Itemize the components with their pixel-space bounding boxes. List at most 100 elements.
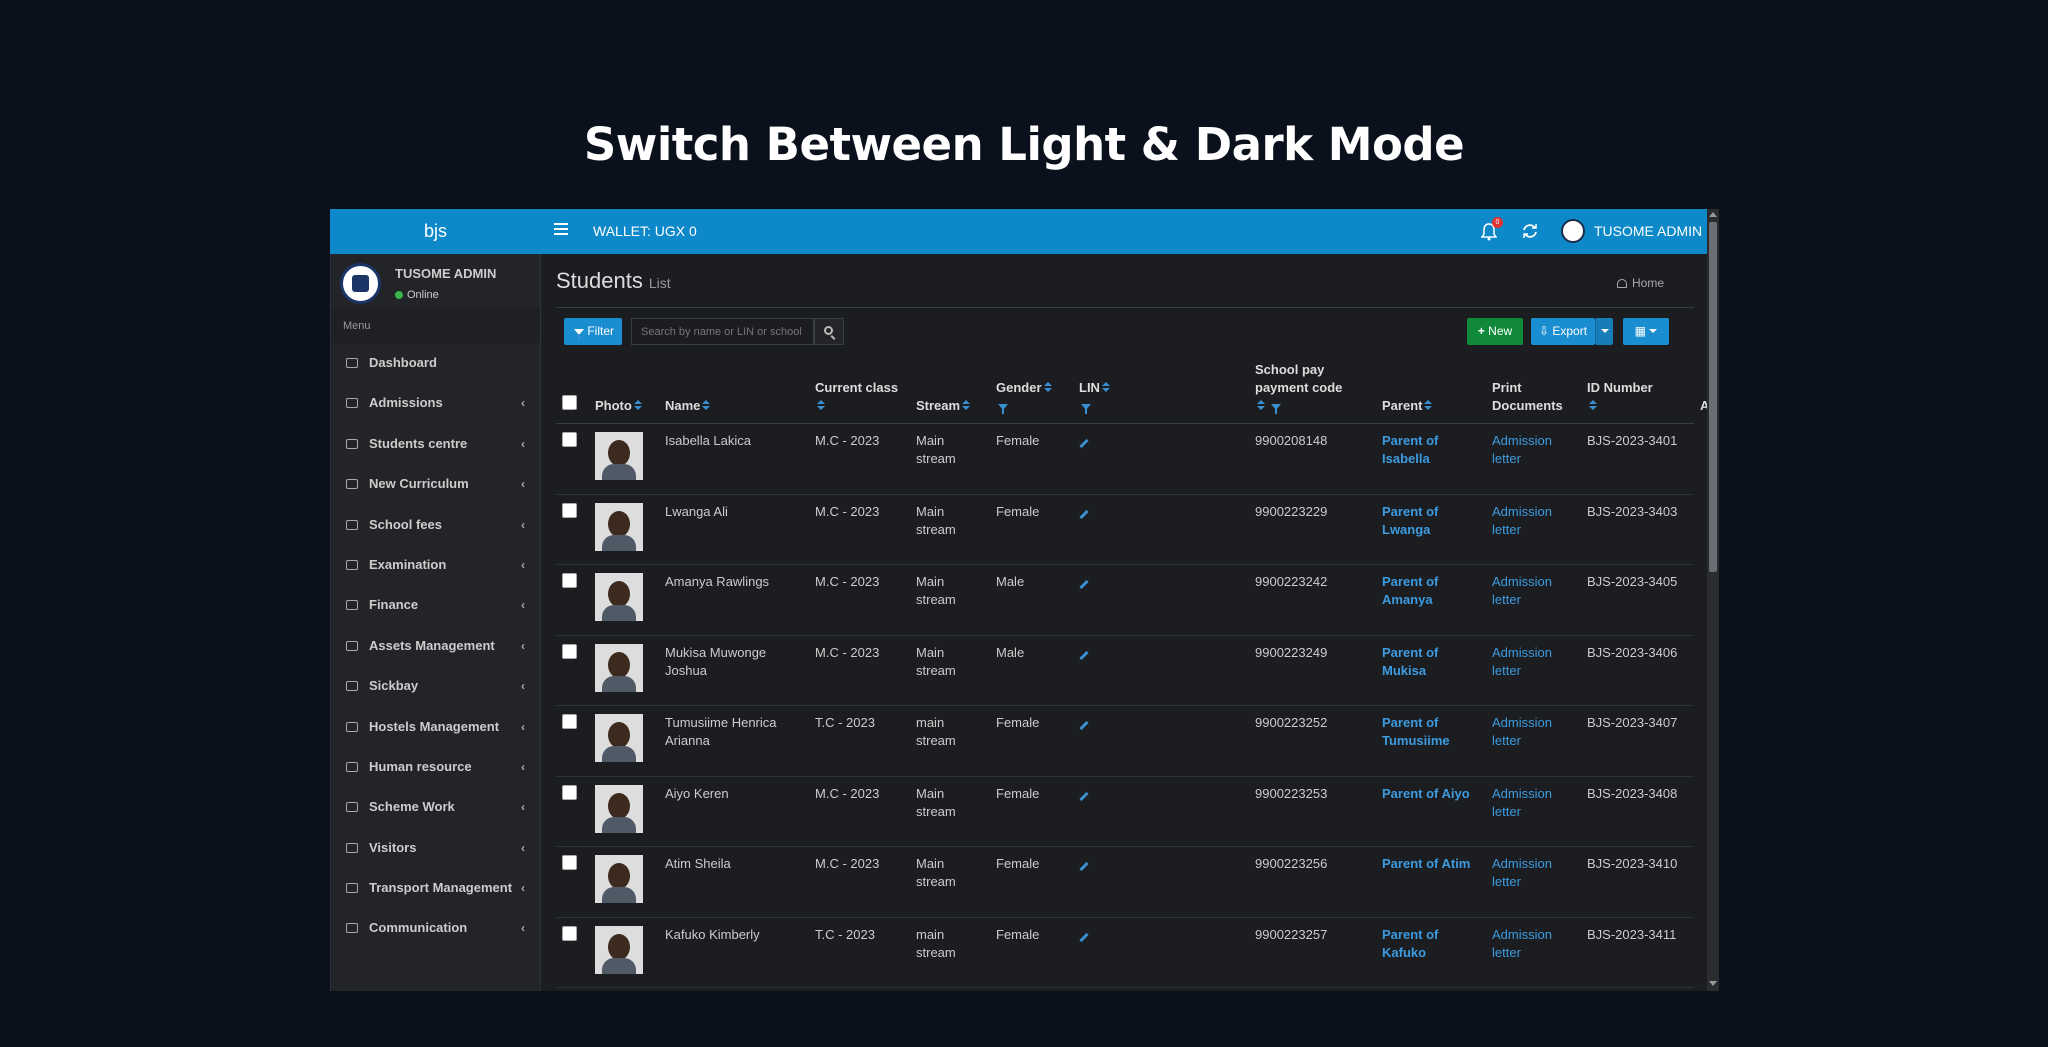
download-icon: ⇩ <box>1538 324 1550 338</box>
sidebar-item-hostels-management[interactable]: Hostels Management ‹ <box>331 707 540 747</box>
sidebar-item-scheme-work[interactable]: Scheme Work ‹ <box>331 787 540 827</box>
col-lin[interactable]: LIN <box>1073 355 1249 424</box>
sort-icon[interactable] <box>1101 382 1110 393</box>
filter-icon[interactable] <box>1081 404 1091 414</box>
sidebar-item-examination[interactable]: Examination ‹ <box>331 545 540 585</box>
col-current-class[interactable]: Current class <box>809 355 910 424</box>
admission-letter-link[interactable]: Admission letter <box>1492 433 1552 466</box>
parent-link[interactable]: Parent of Atim <box>1382 856 1470 871</box>
school-pay-code: 9900223242 <box>1249 564 1376 635</box>
search-input[interactable] <box>631 318 814 345</box>
row-checkbox[interactable] <box>562 502 577 518</box>
col-id-number[interactable]: ID Number <box>1581 355 1694 424</box>
users-icon <box>346 761 358 772</box>
filter-icon[interactable] <box>1270 404 1281 414</box>
sort-icon[interactable] <box>962 400 971 411</box>
sidebar-item-human-resource[interactable]: Human resource ‹ <box>331 747 540 787</box>
col-parent[interactable]: Parent <box>1376 355 1486 424</box>
user-avatar[interactable] <box>1561 219 1585 243</box>
admission-letter-link[interactable]: Admission letter <box>1492 927 1552 960</box>
sidebar-item-transport-management[interactable]: Transport Management ‹ <box>331 868 540 908</box>
students-table: Photo Name Current class Stream Gender L… <box>556 355 1719 991</box>
student-stream: Main stream <box>910 493 990 565</box>
edit-lin-icon[interactable] <box>1079 791 1089 801</box>
row-checkbox[interactable] <box>562 784 577 800</box>
admission-letter-link[interactable]: Admission letter <box>1492 856 1552 889</box>
col-photo[interactable]: Photo <box>589 355 659 424</box>
sidebar-item-school-fees[interactable]: School fees ‹ <box>331 505 540 545</box>
edit-lin-icon[interactable] <box>1079 579 1089 590</box>
parent-link[interactable]: Parent of Amanya <box>1382 574 1438 607</box>
scrollbar-thumb[interactable] <box>1709 222 1717 572</box>
columns-toggle-button[interactable]: ▦ <box>1623 318 1669 345</box>
filter-button[interactable]: Filter <box>564 318 622 345</box>
sidebar-item-admissions[interactable]: Admissions ‹ <box>331 383 540 423</box>
school-pay-code: 9900223229 <box>1249 493 1376 565</box>
sidebar-item-visitors[interactable]: Visitors ‹ <box>331 828 540 868</box>
scroll-up-icon[interactable] <box>1709 212 1717 217</box>
chevron-left-icon: ‹ <box>521 921 525 936</box>
sidebar-item-students-centre[interactable]: Students centre ‹ <box>331 424 540 464</box>
admission-letter-link[interactable]: Admission letter <box>1492 715 1552 748</box>
chevron-left-icon: ‹ <box>521 557 525 572</box>
parent-link[interactable]: Parent of Mukisa <box>1382 645 1438 678</box>
sort-icon[interactable] <box>817 400 825 411</box>
student-photo <box>595 855 643 903</box>
row-checkbox[interactable] <box>562 573 577 588</box>
col-stream[interactable]: Stream <box>910 355 990 424</box>
col-gender[interactable]: Gender <box>990 355 1073 424</box>
sidebar-item-assets-management[interactable]: Assets Management ‹ <box>331 626 540 666</box>
sort-icon[interactable] <box>633 400 642 411</box>
sidebar-item-communication[interactable]: Communication ‹ <box>331 908 540 948</box>
row-checkbox[interactable] <box>562 714 577 729</box>
sort-icon[interactable] <box>1589 400 1597 411</box>
parent-link[interactable]: Parent of Tumusiime <box>1382 715 1450 748</box>
row-checkbox[interactable] <box>562 925 577 941</box>
edit-lin-icon[interactable] <box>1079 932 1089 942</box>
edit-lin-icon[interactable] <box>1079 438 1089 449</box>
parent-link[interactable]: Parent of Aiyo <box>1382 786 1470 801</box>
admission-letter-link[interactable]: Admission letter <box>1492 645 1552 678</box>
filter-icon[interactable] <box>998 404 1008 414</box>
student-class: M.C - 2023 <box>809 564 910 635</box>
select-all-checkbox[interactable] <box>562 395 577 410</box>
sidebar-item-finance[interactable]: Finance ‹ <box>331 585 540 625</box>
sidebar-item-dashboard[interactable]: Dashboard <box>331 343 540 383</box>
hamburger-menu-icon[interactable] <box>554 223 568 239</box>
col-name[interactable]: Name <box>659 355 809 424</box>
parent-link[interactable]: Parent of Kafuko <box>1382 927 1438 960</box>
scroll-down-icon[interactable] <box>1709 981 1717 986</box>
sort-icon[interactable] <box>1257 400 1265 411</box>
row-checkbox[interactable] <box>562 855 577 870</box>
brand-logo[interactable]: bjs <box>330 209 541 254</box>
row-checkbox[interactable] <box>562 643 577 659</box>
sidebar-item-new-curriculum[interactable]: New Curriculum ‹ <box>331 464 540 504</box>
col-school-pay[interactable]: School pay payment code <box>1249 355 1376 424</box>
user-menu[interactable]: TUSOME ADMIN <box>1594 209 1702 254</box>
sidebar-item-label: Dashboard <box>369 355 437 370</box>
filter-icon <box>573 329 584 339</box>
sort-icon[interactable] <box>702 400 711 411</box>
new-button[interactable]: + New <box>1467 318 1523 345</box>
refresh-icon[interactable] <box>1522 223 1538 239</box>
parent-link[interactable]: Parent of Isabella <box>1382 433 1438 466</box>
row-checkbox[interactable] <box>562 432 577 447</box>
export-dropdown-toggle[interactable] <box>1595 318 1613 345</box>
edit-lin-icon[interactable] <box>1079 509 1089 519</box>
chevron-left-icon: ‹ <box>521 840 525 855</box>
edit-lin-icon[interactable] <box>1079 720 1089 731</box>
sidebar-item-sickbay[interactable]: Sickbay ‹ <box>331 666 540 706</box>
admission-letter-link[interactable]: Admission letter <box>1492 786 1552 819</box>
breadcrumb-home[interactable]: Home <box>1617 276 1664 290</box>
id-number: BJS-2023- <box>1581 987 1694 991</box>
export-button[interactable]: ⇩ Export <box>1531 318 1595 345</box>
admission-letter-link[interactable]: Admission letter <box>1492 504 1552 537</box>
parent-link[interactable]: Parent of Lwanga <box>1382 504 1438 537</box>
admission-letter-link[interactable]: Admission letter <box>1492 574 1552 607</box>
sort-icon[interactable] <box>1043 382 1052 393</box>
edit-lin-icon[interactable] <box>1079 861 1089 872</box>
table-row: Atim Sheila M.C - 2023 Main stream Female 99… <box>556 846 1713 917</box>
edit-lin-icon[interactable] <box>1079 650 1089 660</box>
search-button[interactable] <box>814 318 844 345</box>
sort-icon[interactable] <box>1424 400 1433 411</box>
